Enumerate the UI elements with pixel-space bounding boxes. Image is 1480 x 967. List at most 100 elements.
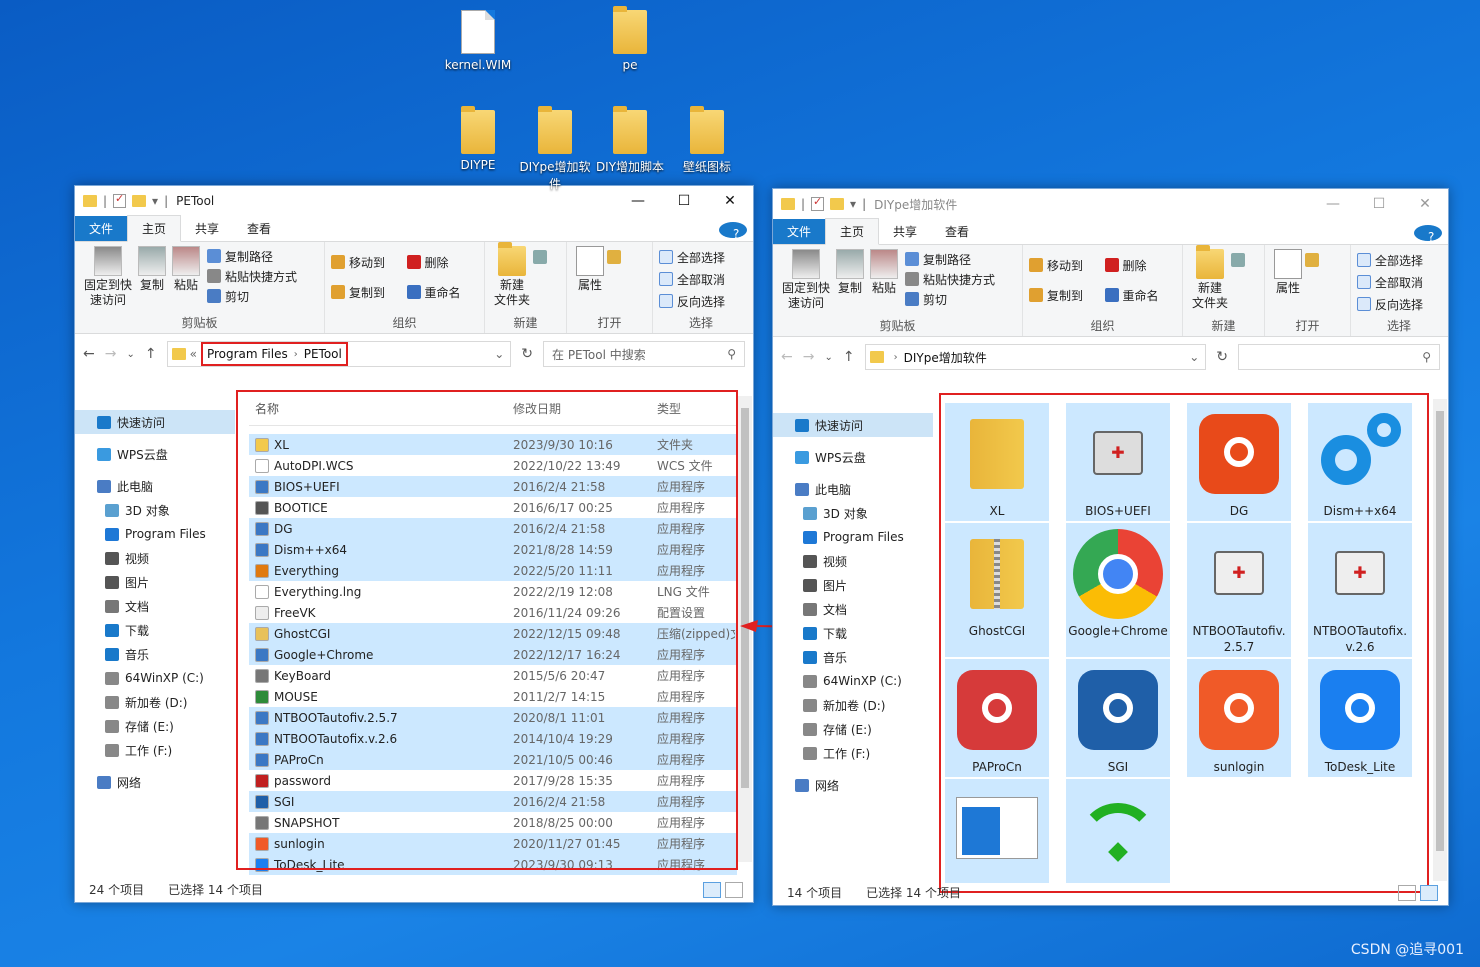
nav-item[interactable]: Program Files <box>75 522 235 546</box>
nav-item[interactable]: 下载 <box>75 618 235 642</box>
nav-item[interactable]: 快速访问 <box>75 410 235 434</box>
ribbon-tab[interactable]: 主页 <box>825 218 880 245</box>
forward-arrow-icon[interactable]: → <box>803 349 815 365</box>
ribbon-tab[interactable]: 主页 <box>127 215 182 242</box>
nav-item[interactable]: 视频 <box>75 546 235 570</box>
address-dropdown-icon[interactable]: ⌄ <box>1189 350 1205 364</box>
nav-item[interactable]: 图片 <box>773 573 933 597</box>
desktop-icon[interactable]: DIYpe增加软件 <box>515 106 595 192</box>
nav-item[interactable]: 网络 <box>773 773 933 797</box>
open-icon[interactable] <box>607 250 621 264</box>
desktop-icon[interactable]: 壁纸图标 <box>667 106 747 175</box>
delete-button[interactable]: 删除 <box>406 252 479 272</box>
select-all-button[interactable]: 全部选择 <box>1357 249 1441 271</box>
ribbon-tab[interactable]: 文件 <box>773 219 826 244</box>
nav-item[interactable]: 工作 (F:) <box>75 738 235 762</box>
nav-item[interactable]: 存储 (E:) <box>75 714 235 738</box>
paste-button[interactable]: 粘贴 <box>172 246 201 293</box>
refresh-icon[interactable]: ↻ <box>521 346 533 362</box>
back-arrow-icon[interactable]: ← <box>83 346 95 362</box>
chevron-down-icon[interactable]: ▾ <box>850 197 856 211</box>
nav-item[interactable]: 存储 (E:) <box>773 717 933 741</box>
chevron-down-icon[interactable]: ▾ <box>152 194 158 208</box>
cut-button[interactable]: 剪切 <box>905 289 995 309</box>
nav-item[interactable]: WPS云盘 <box>75 442 235 466</box>
ribbon-tab[interactable]: 共享 <box>181 216 233 241</box>
nav-item[interactable]: 此电脑 <box>75 474 235 498</box>
delete-button[interactable]: 删除 <box>1104 255 1177 275</box>
nav-item[interactable]: 图片 <box>75 570 235 594</box>
nav-item[interactable]: 3D 对象 <box>773 501 933 525</box>
title-bar[interactable]: |▾| DIYpe增加软件 —☐✕ <box>773 189 1448 219</box>
details-view-icon[interactable] <box>703 882 721 898</box>
large-icons-view-icon[interactable] <box>725 882 743 898</box>
nav-item[interactable]: 新加卷 (D:) <box>773 693 933 717</box>
pin-button[interactable]: 固定到快 速访问 <box>84 246 132 308</box>
explorer-window-left[interactable]: |▾| PETool —☐✕ 文件主页共享查看? 固定到快 速访问复制粘贴 复制路… <box>74 185 754 903</box>
address-box[interactable]: › DIYpe增加软件 ⌄ <box>864 344 1207 370</box>
select-none-button[interactable]: 全部取消 <box>659 268 743 290</box>
cut-button[interactable]: 剪切 <box>207 286 297 306</box>
minimize-button[interactable]: — <box>1310 189 1356 219</box>
new-item-icon[interactable] <box>1231 253 1246 267</box>
details-view-icon[interactable] <box>1398 885 1416 901</box>
copy-button[interactable]: 复制 <box>836 249 865 296</box>
copy-path-button[interactable]: 复制路径 <box>207 246 297 266</box>
new-item-icon[interactable] <box>533 250 548 264</box>
nav-item[interactable]: 3D 对象 <box>75 498 235 522</box>
back-arrow-icon[interactable]: ← <box>781 349 793 365</box>
properties-icon[interactable] <box>811 195 825 211</box>
properties-button[interactable]: 属性 <box>576 246 604 293</box>
breadcrumb-item[interactable]: Program Files <box>207 347 288 361</box>
maximize-button[interactable]: ☐ <box>661 186 707 216</box>
properties-button[interactable]: 属性 <box>1274 249 1302 296</box>
nav-item[interactable]: 视频 <box>773 549 933 573</box>
nav-item[interactable]: 64WinXP (C:) <box>75 666 235 690</box>
close-button[interactable]: ✕ <box>707 186 753 216</box>
large-icons-view-icon[interactable] <box>1420 885 1438 901</box>
nav-item[interactable]: 文档 <box>773 597 933 621</box>
recent-dropdown-icon[interactable]: ⌄ <box>824 352 832 363</box>
ribbon-tab[interactable]: 查看 <box>233 216 285 241</box>
paste-shortcut-button[interactable]: 粘贴快捷方式 <box>905 269 995 289</box>
nav-item[interactable]: 音乐 <box>773 645 933 669</box>
address-dropdown-icon[interactable]: ⌄ <box>494 347 510 361</box>
move-to-button[interactable]: 移动到 <box>1029 255 1101 275</box>
rename-button[interactable]: 重命名 <box>1104 285 1177 305</box>
nav-item[interactable]: 工作 (F:) <box>773 741 933 765</box>
close-button[interactable]: ✕ <box>1402 189 1448 219</box>
nav-item[interactable]: 下载 <box>773 621 933 645</box>
open-icon[interactable] <box>1305 253 1319 267</box>
address-box[interactable]: « Program Files › PETool ⌄ <box>166 341 512 367</box>
help-icon[interactable]: ? <box>1414 225 1442 244</box>
select-none-button[interactable]: 全部取消 <box>1357 271 1441 293</box>
desktop-icon[interactable]: pe <box>590 6 670 72</box>
copy-to-button[interactable]: 复制到 <box>1029 285 1101 305</box>
invert-button[interactable]: 反向选择 <box>1357 293 1441 315</box>
pin-button[interactable]: 固定到快 速访问 <box>782 249 830 311</box>
ribbon-tab[interactable]: 查看 <box>931 219 983 244</box>
ribbon-tab[interactable]: 共享 <box>879 219 931 244</box>
vertical-scrollbar[interactable] <box>1433 399 1447 881</box>
explorer-window-right[interactable]: |▾| DIYpe增加软件 —☐✕ 文件主页共享查看? 固定到快 速访问复制粘贴… <box>772 188 1449 906</box>
nav-item[interactable]: 64WinXP (C:) <box>773 669 933 693</box>
nav-item[interactable]: Program Files <box>773 525 933 549</box>
refresh-icon[interactable]: ↻ <box>1216 349 1228 365</box>
nav-item[interactable]: 快速访问 <box>773 413 933 437</box>
breadcrumb-separator-icon[interactable]: › <box>894 352 898 363</box>
nav-item[interactable]: WPS云盘 <box>773 445 933 469</box>
minimize-button[interactable]: — <box>615 186 661 216</box>
search-input[interactable]: 在 PETool 中搜索 ⚲ <box>543 341 745 367</box>
paste-button[interactable]: 粘贴 <box>870 249 899 296</box>
folder-icon[interactable] <box>830 198 845 210</box>
copy-to-button[interactable]: 复制到 <box>331 282 403 302</box>
select-all-button[interactable]: 全部选择 <box>659 246 743 268</box>
forward-arrow-icon[interactable]: → <box>105 346 117 362</box>
desktop-icon[interactable]: kernel.WIM <box>438 10 518 72</box>
desktop-icon[interactable]: DIYPE <box>438 106 518 172</box>
ribbon-tab[interactable]: 文件 <box>75 216 128 241</box>
up-arrow-icon[interactable]: ↑ <box>843 349 855 365</box>
address-overflow[interactable]: « <box>190 347 197 361</box>
paste-shortcut-button[interactable]: 粘贴快捷方式 <box>207 266 297 286</box>
up-arrow-icon[interactable]: ↑ <box>145 346 157 362</box>
